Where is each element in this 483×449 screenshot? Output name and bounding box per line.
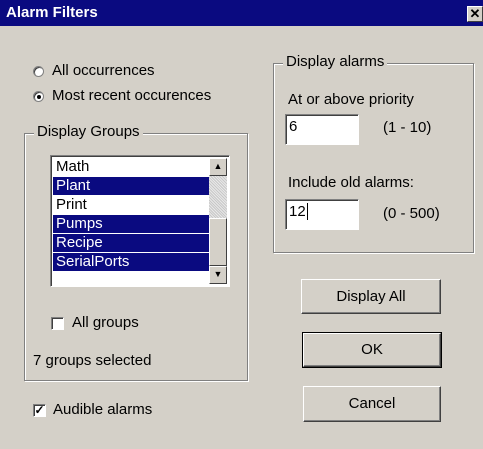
list-item[interactable]: Pumps: [53, 215, 209, 233]
text-caret: [306, 203, 308, 220]
most-recent-label[interactable]: Most recent occurences: [52, 87, 211, 104]
cancel-button[interactable]: Cancel: [303, 386, 441, 422]
old-alarms-label: Include old alarms:: [288, 174, 414, 191]
old-alarms-value: 12: [289, 203, 306, 220]
list-item[interactable]: Math: [53, 158, 209, 176]
list-scrollbar[interactable]: ▲ ▼: [209, 158, 227, 284]
list-item[interactable]: Recipe: [53, 234, 209, 252]
arrow-up-icon: ▲: [213, 161, 223, 171]
list-item[interactable]: Plant: [53, 177, 209, 195]
scroll-thumb[interactable]: [209, 218, 227, 266]
display-alarms-title: Display alarms: [283, 53, 388, 70]
all-occurrences-radio[interactable]: [33, 66, 44, 77]
all-groups-checkbox[interactable]: [51, 317, 64, 330]
title-bar: Alarm Filters ✕: [0, 0, 483, 26]
scroll-down-button[interactable]: ▼: [209, 266, 227, 284]
display-groups-title: Display Groups: [34, 123, 143, 140]
close-icon: ✕: [469, 6, 481, 21]
old-alarms-input[interactable]: 12: [285, 199, 359, 230]
audible-alarms-label[interactable]: Audible alarms: [53, 401, 152, 418]
all-occurrences-label[interactable]: All occurrences: [52, 62, 155, 79]
priority-range: (1 - 10): [383, 119, 432, 136]
display-groups-listbox[interactable]: Math Plant Print Pumps Recipe SerialPort…: [50, 155, 230, 287]
checkmark-icon: ✓: [34, 403, 45, 417]
ok-button[interactable]: OK: [302, 332, 442, 368]
arrow-down-icon: ▼: [213, 269, 223, 279]
most-recent-radio[interactable]: [33, 91, 44, 102]
list-item[interactable]: SerialPorts: [53, 253, 209, 271]
priority-input[interactable]: 6: [285, 114, 359, 145]
scroll-up-button[interactable]: ▲: [209, 158, 227, 176]
priority-label: At or above priority: [288, 91, 414, 108]
old-alarms-range: (0 - 500): [383, 205, 440, 222]
list-item[interactable]: Print: [53, 196, 209, 214]
groups-selected-count: 7 groups selected: [33, 352, 152, 369]
window-title: Alarm Filters: [6, 4, 98, 21]
audible-alarms-checkbox[interactable]: ✓: [33, 404, 46, 417]
radio-dot-icon: [37, 95, 41, 99]
close-button[interactable]: ✕: [467, 6, 483, 22]
display-all-button[interactable]: Display All: [301, 279, 441, 314]
all-groups-label[interactable]: All groups: [72, 314, 139, 331]
